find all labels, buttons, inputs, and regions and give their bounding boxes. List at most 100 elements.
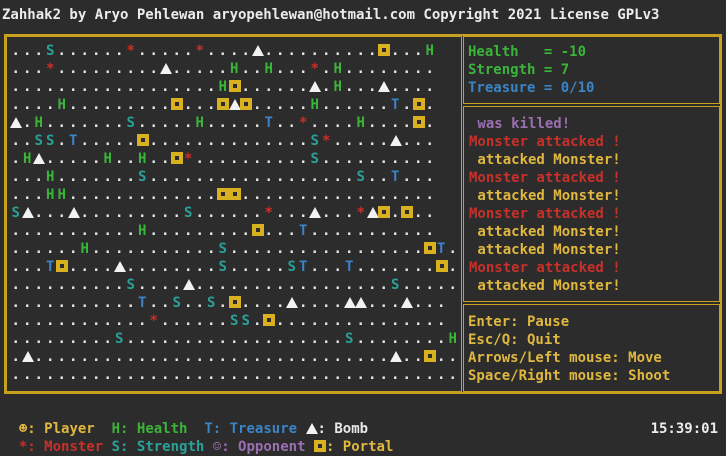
floor-dot: .: [322, 241, 331, 257]
floor-dot: .: [69, 151, 78, 167]
floor-dot: .: [57, 169, 66, 185]
floor-dot: .: [299, 331, 308, 347]
floor-dot: .: [264, 169, 273, 185]
floor-dot: .: [414, 205, 423, 221]
floor-dot: .: [391, 79, 400, 95]
floor-dot: .: [34, 367, 43, 383]
floor-dot: .: [115, 61, 124, 77]
game-board[interactable]: ... S...... *..... *................. H... *.…: [10, 42, 458, 384]
floor-dot: .: [241, 349, 250, 365]
floor-dot: .: [161, 259, 170, 275]
floor-dot: .: [46, 205, 55, 221]
floor-dot: .: [241, 187, 250, 203]
floor-dot: .: [172, 331, 181, 347]
health-pickup: H: [310, 97, 319, 113]
floor-dot: .: [299, 367, 308, 383]
floor-dot: .: [241, 133, 250, 149]
floor-dot: .: [207, 43, 216, 59]
floor-dot: .: [287, 349, 296, 365]
floor-dot: .: [218, 43, 227, 59]
floor-dot: .: [161, 367, 170, 383]
floor-dot: .: [264, 349, 273, 365]
floor-dot: .: [23, 277, 32, 293]
floor-dot: .: [218, 133, 227, 149]
legend-strength: : Strength: [120, 439, 205, 455]
log-entry: Monster attacked !: [469, 260, 621, 276]
health-pickup: H: [57, 187, 66, 203]
floor-dot: .: [414, 79, 423, 95]
monster-icon: *: [18, 439, 28, 455]
floor-dot: .: [425, 187, 434, 203]
bomb-icon: [389, 348, 402, 366]
floor-dot: .: [34, 277, 43, 293]
floor-dot: .: [391, 187, 400, 203]
floor-dot: .: [92, 169, 101, 185]
strength-pickup: S: [345, 331, 354, 347]
floor-dot: .: [46, 79, 55, 95]
floor-dot: .: [414, 169, 423, 185]
floor-dot: .: [103, 259, 112, 275]
treasure-pickup: T: [299, 223, 308, 239]
floor-dot: .: [391, 367, 400, 383]
health-pickup: H: [425, 43, 434, 59]
portal-icon: [412, 114, 425, 132]
strength-pickup: S: [46, 133, 55, 149]
portal-icon: [171, 150, 183, 168]
floor-dot: .: [34, 241, 43, 257]
floor-dot: .: [161, 187, 170, 203]
floor-dot: .: [149, 223, 158, 239]
floor-dot: .: [356, 277, 365, 293]
portal-icon: [412, 96, 425, 114]
portal-icon: [217, 96, 229, 114]
floor-dot: .: [23, 169, 32, 185]
floor-dot: .: [138, 241, 147, 257]
floor-dot: .: [80, 223, 89, 239]
floor-dot: .: [299, 61, 308, 77]
floor-dot: .: [425, 79, 434, 95]
health-pickup: H: [34, 115, 43, 131]
floor-dot: .: [379, 97, 388, 113]
floor-dot: .: [345, 43, 354, 59]
floor-dot: .: [149, 79, 158, 95]
strength-pickup: S: [34, 133, 43, 149]
floor-dot: .: [80, 349, 89, 365]
bomb-icon: [355, 294, 367, 312]
floor-dot: .: [310, 313, 319, 329]
floor-dot: .: [287, 241, 296, 257]
floor-dot: .: [46, 115, 55, 131]
floor-dot: .: [115, 79, 124, 95]
floor-dot: .: [379, 151, 388, 167]
floor-dot: .: [184, 169, 193, 185]
floor-dot: .: [92, 61, 101, 77]
floor-dot: .: [391, 313, 400, 329]
portal-icon: [378, 204, 390, 222]
floor-dot: .: [126, 79, 135, 95]
floor-dot: .: [218, 223, 227, 239]
board-row: ...T............S.....ST...T........: [10, 258, 458, 276]
floor-dot: .: [276, 61, 285, 77]
strength-pickup: S: [230, 313, 239, 329]
floor-dot: .: [69, 223, 78, 239]
floor-dot: .: [379, 331, 388, 347]
strength-key: S: [111, 439, 121, 455]
strength-pickup: S: [138, 169, 147, 185]
floor-dot: .: [368, 313, 377, 329]
floor-dot: .: [184, 61, 193, 77]
floor-dot: .: [230, 43, 239, 59]
floor-dot: .: [80, 277, 89, 293]
strength-pickup: S: [241, 313, 250, 329]
board-row: ... S...... *..... *................. H: [10, 42, 458, 60]
floor-dot: .: [402, 169, 411, 185]
log-entry: attacked Monster!: [469, 278, 621, 294]
floor-dot: .: [230, 151, 239, 167]
floor-dot: .: [333, 241, 342, 257]
floor-dot: .: [356, 151, 365, 167]
floor-dot: .: [207, 205, 216, 221]
floor-dot: .: [345, 61, 354, 77]
floor-dot: .: [207, 187, 216, 203]
floor-dot: .: [241, 223, 250, 239]
floor-dot: .: [414, 367, 423, 383]
floor-dot: .: [46, 151, 55, 167]
floor-dot: .: [184, 241, 193, 257]
legend-monster: : Monster: [27, 439, 104, 455]
